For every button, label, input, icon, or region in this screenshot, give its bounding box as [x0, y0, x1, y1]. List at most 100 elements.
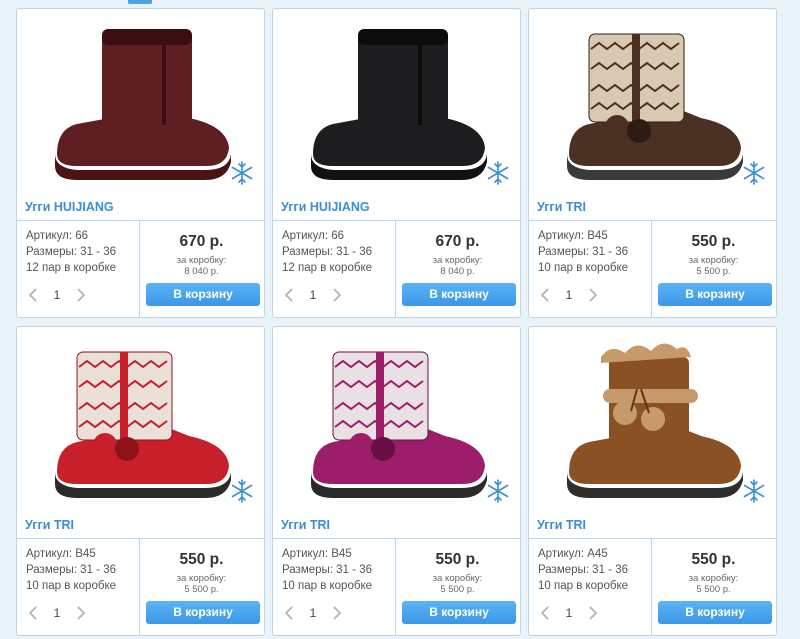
- product-title[interactable]: Угги TRI: [281, 518, 330, 532]
- price: 550 р.: [691, 551, 736, 568]
- quantity-value[interactable]: 1: [308, 606, 318, 620]
- per-box-label: за коробку:: [432, 255, 483, 266]
- snowflake-icon: [487, 479, 509, 503]
- product-card: Угги HUIJIANG Артикул: 66 Размеры: 31 - …: [16, 8, 265, 318]
- pack-text: 10 пар в коробке: [538, 580, 628, 592]
- article-text: Артикул: B45: [538, 230, 608, 242]
- article-text: Артикул: B45: [26, 548, 96, 560]
- per-box-price: за коробку: 5 500 р.: [651, 255, 776, 277]
- divider: [17, 220, 264, 221]
- divider: [529, 220, 776, 221]
- product-image[interactable]: [17, 327, 264, 515]
- per-box-price: за коробку: 8 040 р.: [395, 255, 520, 277]
- chevron-left-icon[interactable]: [282, 604, 296, 622]
- per-box-value: 5 500 р.: [696, 584, 731, 595]
- pack-text: 10 пар в коробке: [282, 580, 372, 592]
- product-card: Угги TRI Артикул: A45 Размеры: 31 - 36 1…: [528, 326, 777, 636]
- quantity-stepper: 1: [26, 286, 96, 304]
- product-grid: Угги HUIJIANG Артикул: 66 Размеры: 31 - …: [16, 8, 778, 638]
- pack-text: 12 пар в коробке: [26, 262, 116, 274]
- quantity-value[interactable]: 1: [564, 606, 574, 620]
- product-image[interactable]: [529, 327, 776, 515]
- product-title[interactable]: Угги TRI: [25, 518, 74, 532]
- per-box-label: за коробку:: [432, 573, 483, 584]
- snowflake-icon: [743, 161, 765, 185]
- product-info: Артикул: A45 Размеры: 31 - 36 10 пар в к…: [538, 546, 628, 594]
- per-box-price: за коробку: 5 500 р.: [395, 573, 520, 595]
- chevron-left-icon[interactable]: [538, 286, 552, 304]
- article-text: Артикул: 66: [282, 230, 345, 242]
- product-card: Угги TRI Артикул: B45 Размеры: 31 - 36 1…: [16, 326, 265, 636]
- add-to-cart-button[interactable]: В корзину: [658, 601, 772, 624]
- price: 550 р.: [435, 551, 480, 568]
- boot-image: [55, 351, 231, 498]
- product-card: Угги TRI Артикул: B45 Размеры: 31 - 36 1…: [272, 326, 521, 636]
- add-to-cart-button[interactable]: В корзину: [658, 283, 772, 306]
- chevron-right-icon[interactable]: [74, 286, 88, 304]
- boot-image: [311, 29, 487, 180]
- product-image[interactable]: [273, 327, 520, 515]
- sizes-text: Размеры: 31 - 36: [282, 564, 372, 576]
- add-to-cart-button[interactable]: В корзину: [402, 283, 516, 306]
- product-info: Артикул: B45 Размеры: 31 - 36 10 пар в к…: [538, 228, 628, 276]
- chevron-left-icon[interactable]: [282, 286, 296, 304]
- price: 670 р.: [435, 233, 480, 250]
- divider: [273, 538, 520, 539]
- top-tab-indicator: [128, 0, 152, 4]
- quantity-stepper: 1: [282, 604, 352, 622]
- boot-image: [567, 343, 743, 498]
- chevron-left-icon[interactable]: [26, 604, 40, 622]
- chevron-right-icon[interactable]: [330, 604, 344, 622]
- product-image[interactable]: [273, 9, 520, 197]
- price: 550 р.: [179, 551, 224, 568]
- chevron-left-icon[interactable]: [26, 286, 40, 304]
- snowflake-icon: [743, 479, 765, 503]
- snowflake-icon: [231, 479, 253, 503]
- quantity-stepper: 1: [538, 604, 608, 622]
- sizes-text: Размеры: 31 - 36: [26, 246, 116, 258]
- chevron-right-icon[interactable]: [74, 604, 88, 622]
- product-image[interactable]: [529, 9, 776, 197]
- per-box-value: 5 500 р.: [440, 584, 475, 595]
- pack-text: 10 пар в коробке: [538, 262, 628, 274]
- per-box-label: за коробку:: [176, 573, 227, 584]
- quantity-stepper: 1: [282, 286, 352, 304]
- per-box-value: 5 500 р.: [696, 266, 731, 277]
- chevron-left-icon[interactable]: [538, 604, 552, 622]
- article-text: Артикул: 66: [26, 230, 89, 242]
- product-image[interactable]: [17, 9, 264, 197]
- per-box-label: за коробку:: [688, 255, 739, 266]
- product-info: Артикул: 66 Размеры: 31 - 36 12 пар в ко…: [282, 228, 372, 276]
- pack-text: 12 пар в коробке: [282, 262, 372, 274]
- divider: [17, 538, 264, 539]
- product-title[interactable]: Угги TRI: [537, 200, 586, 214]
- add-to-cart-button[interactable]: В корзину: [146, 283, 260, 306]
- chevron-right-icon[interactable]: [586, 604, 600, 622]
- product-info: Артикул: 66 Размеры: 31 - 36 12 пар в ко…: [26, 228, 116, 276]
- article-text: Артикул: B45: [282, 548, 352, 560]
- price: 670 р.: [179, 233, 224, 250]
- per-box-price: за коробку: 5 500 р.: [651, 573, 776, 595]
- quantity-value[interactable]: 1: [52, 288, 62, 302]
- add-to-cart-button[interactable]: В корзину: [146, 601, 260, 624]
- product-title[interactable]: Угги HUIJIANG: [281, 200, 370, 214]
- quantity-stepper: 1: [26, 604, 96, 622]
- product-info: Артикул: B45 Размеры: 31 - 36 10 пар в к…: [26, 546, 116, 594]
- per-box-value: 5 500 р.: [184, 584, 219, 595]
- per-box-value: 8 040 р.: [440, 266, 475, 277]
- product-title[interactable]: Угги TRI: [537, 518, 586, 532]
- pack-text: 10 пар в коробке: [26, 580, 116, 592]
- sizes-text: Размеры: 31 - 36: [26, 564, 116, 576]
- quantity-value[interactable]: 1: [308, 288, 318, 302]
- boot-image: [567, 33, 743, 180]
- product-title[interactable]: Угги HUIJIANG: [25, 200, 114, 214]
- per-box-label: за коробку:: [688, 573, 739, 584]
- quantity-value[interactable]: 1: [564, 288, 574, 302]
- add-to-cart-button[interactable]: В корзину: [402, 601, 516, 624]
- boot-image: [55, 29, 231, 180]
- chevron-right-icon[interactable]: [330, 286, 344, 304]
- sizes-text: Размеры: 31 - 36: [538, 246, 628, 258]
- divider: [273, 220, 520, 221]
- quantity-value[interactable]: 1: [52, 606, 62, 620]
- chevron-right-icon[interactable]: [586, 286, 600, 304]
